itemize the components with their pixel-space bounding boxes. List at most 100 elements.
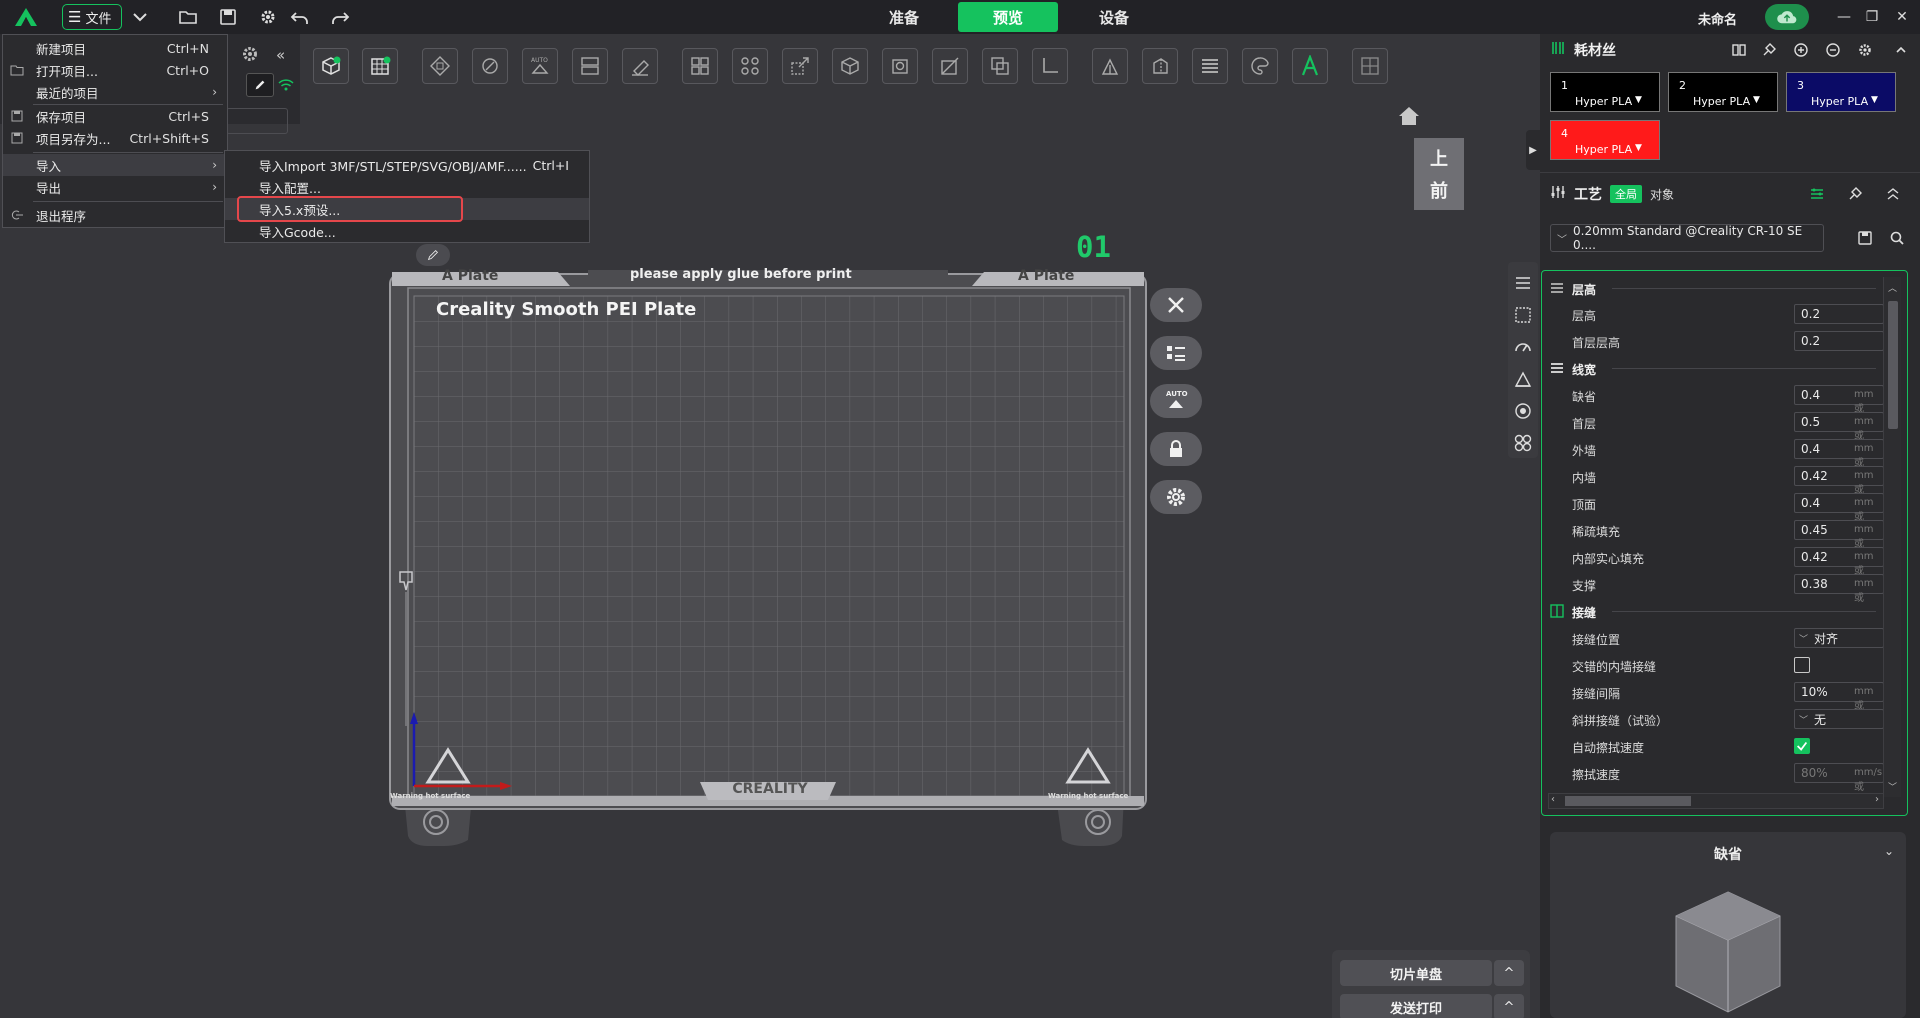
- brush-icon[interactable]: [1760, 41, 1778, 59]
- menu-exit[interactable]: 退出程序: [3, 204, 227, 226]
- save-preset-icon[interactable]: [1856, 229, 1874, 247]
- send-print-button[interactable]: 发送打印: [1340, 994, 1492, 1018]
- cut-icon[interactable]: [932, 48, 968, 84]
- scale-icon[interactable]: [782, 48, 818, 84]
- menu-new-project[interactable]: 新建项目 Ctrl+N: [3, 37, 227, 59]
- scope-object-toggle[interactable]: 对象: [1650, 186, 1674, 203]
- lock-plate-button[interactable]: [1150, 432, 1202, 466]
- lay-on-face-icon[interactable]: [622, 48, 658, 84]
- collapse-right-panel-icon[interactable]: ▶: [1526, 130, 1540, 170]
- minimize-icon[interactable]: —: [1834, 7, 1854, 27]
- printer-field[interactable]: [226, 108, 288, 134]
- menu-save-project[interactable]: 保存项目 Ctrl+S: [3, 105, 227, 127]
- plate-gear-button[interactable]: [1150, 480, 1202, 514]
- assembly-view-icon[interactable]: [1352, 48, 1388, 84]
- support-paint-icon[interactable]: [1092, 48, 1128, 84]
- open-folder-icon[interactable]: [177, 6, 199, 28]
- submenu-import-config[interactable]: 导入配置...: [225, 176, 589, 198]
- target-view-icon[interactable]: [1510, 398, 1536, 424]
- variable-layer-icon[interactable]: [1192, 48, 1228, 84]
- split-parts-icon[interactable]: [732, 48, 768, 84]
- slice-options-expand[interactable]: ^: [1494, 960, 1524, 986]
- view-cube-top[interactable]: 上: [1430, 145, 1448, 171]
- box-icon[interactable]: [832, 48, 868, 84]
- group-layer-height[interactable]: 层高: [1542, 277, 1882, 299]
- settings-gear-icon[interactable]: [257, 6, 279, 28]
- filament-settings-icon[interactable]: [1856, 41, 1874, 59]
- settings-horizontal-scrollbar[interactable]: ‹ ›: [1548, 793, 1884, 809]
- restore-icon[interactable]: ❐: [1862, 7, 1882, 27]
- settings-vertical-scrollbar[interactable]: ︿ ﹀: [1883, 277, 1901, 797]
- plate-rename-button[interactable]: [416, 244, 450, 266]
- filament-slot-3[interactable]: 3 Hyper PLA ▼: [1786, 72, 1896, 112]
- text-tool-icon[interactable]: [1292, 48, 1328, 84]
- sync-filament-icon[interactable]: [1730, 41, 1748, 59]
- layout-icon[interactable]: [572, 48, 608, 84]
- auto-orient-icon[interactable]: AUTO: [522, 48, 558, 84]
- boolean-icon[interactable]: [982, 48, 1018, 84]
- auto-wipe-speed-checkbox[interactable]: [1794, 738, 1810, 754]
- menu-import[interactable]: 导入 ›: [3, 154, 227, 176]
- compare-icon[interactable]: [1846, 185, 1864, 203]
- staggered-seam-checkbox[interactable]: [1794, 657, 1810, 673]
- send-options-expand[interactable]: ^: [1494, 994, 1524, 1018]
- home-view-icon[interactable]: [1396, 104, 1422, 128]
- orient-icon[interactable]: [472, 48, 508, 84]
- hollow-icon[interactable]: [882, 48, 918, 84]
- scarf-seam-select[interactable]: ﹀ 无: [1794, 709, 1884, 729]
- scroll-down-icon[interactable]: ﹀: [1888, 780, 1897, 793]
- scroll-thumb[interactable]: [1888, 301, 1898, 429]
- collapse-panel-icon[interactable]: «: [276, 46, 285, 64]
- process-collapse-icon[interactable]: [1884, 185, 1902, 203]
- seam-paint-icon[interactable]: [1142, 48, 1178, 84]
- chevron-down-icon[interactable]: [129, 6, 151, 28]
- cloud-upload-button[interactable]: [1765, 4, 1809, 30]
- menu-open-project[interactable]: 打开项目... Ctrl+O: [3, 59, 227, 81]
- auto-arrange-plate-button[interactable]: AUTO: [1150, 384, 1202, 418]
- layers-view-icon[interactable]: [1510, 270, 1536, 296]
- bounding-box-icon[interactable]: [1510, 302, 1536, 328]
- menu-export[interactable]: 导出 ›: [3, 176, 227, 198]
- arrange-icon[interactable]: [422, 48, 458, 84]
- color-paint-icon[interactable]: [1242, 48, 1278, 84]
- panel-gear-icon[interactable]: [240, 44, 260, 64]
- scroll-right-icon[interactable]: ›: [1875, 794, 1879, 805]
- advanced-settings-icon[interactable]: [1808, 185, 1826, 203]
- measure-icon[interactable]: [1032, 48, 1068, 84]
- scroll-left-icon[interactable]: ‹: [1551, 794, 1555, 805]
- undo-icon[interactable]: [289, 6, 311, 28]
- split-objects-icon[interactable]: [682, 48, 718, 84]
- tab-preview[interactable]: 预览: [958, 2, 1058, 32]
- collapse-section-icon[interactable]: [1892, 41, 1910, 59]
- submenu-import-gcode[interactable]: 导入Gcode...: [225, 220, 589, 242]
- menu-save-project-as[interactable]: 项目另存为... Ctrl+Shift+S: [3, 127, 227, 149]
- scroll-up-icon[interactable]: ︿: [1888, 281, 1897, 294]
- add-filament-icon[interactable]: [1792, 41, 1810, 59]
- group-line-width[interactable]: 线宽: [1542, 357, 1882, 379]
- clover-view-icon[interactable]: [1510, 430, 1536, 456]
- speed-gauge-icon[interactable]: [1510, 334, 1536, 360]
- close-icon[interactable]: ✕: [1892, 7, 1912, 27]
- slice-plate-button[interactable]: 切片单盘: [1340, 960, 1492, 986]
- add-object-icon[interactable]: [313, 48, 349, 84]
- expand-icon[interactable]: ⌄: [1884, 844, 1894, 858]
- menu-recent-projects[interactable]: 最近的项目 ›: [3, 81, 227, 103]
- file-menu-button[interactable]: ☰ 文件: [62, 4, 122, 30]
- edit-pencil-icon[interactable]: [246, 73, 274, 97]
- process-preset-select[interactable]: ﹀ 0.20mm Standard @Creality CR-10 SE 0..…: [1550, 224, 1824, 252]
- build-plate[interactable]: [388, 266, 1148, 846]
- filament-slot-2[interactable]: 2 Hyper PLA ▼: [1668, 72, 1778, 112]
- scroll-thumb[interactable]: [1565, 796, 1691, 806]
- setting-input[interactable]: 0.2: [1794, 304, 1884, 324]
- delete-plate-button[interactable]: [1150, 288, 1202, 322]
- submenu-import-models[interactable]: 导入Import 3MF/STL/STEP/SVG/OBJ/AMF...... …: [225, 154, 589, 176]
- plate-settings-list-button[interactable]: [1150, 336, 1202, 370]
- save-icon[interactable]: [217, 6, 239, 28]
- group-seam[interactable]: 接缝: [1542, 600, 1882, 622]
- view-cube[interactable]: 上 前: [1414, 138, 1464, 210]
- add-plate-icon[interactable]: [362, 48, 398, 84]
- filament-slot-1[interactable]: 1 Hyper PLA ▼: [1550, 72, 1660, 112]
- view-cube-front[interactable]: 前: [1430, 177, 1448, 203]
- remove-filament-icon[interactable]: [1824, 41, 1842, 59]
- seam-position-select[interactable]: ﹀ 对齐: [1794, 628, 1884, 648]
